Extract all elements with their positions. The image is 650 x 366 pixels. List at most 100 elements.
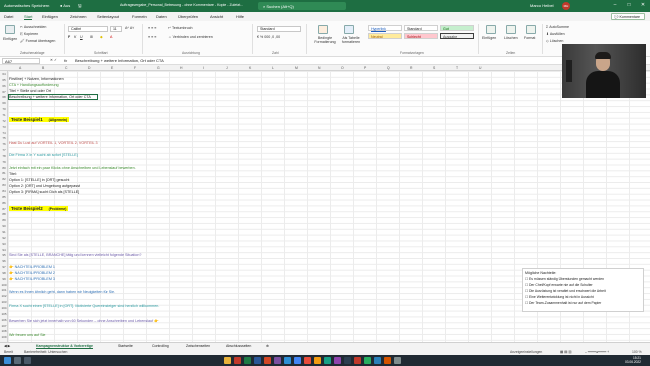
edge-icon[interactable] [284, 357, 291, 364]
row-header-86[interactable]: 86 [0, 201, 8, 205]
row-header-71[interactable]: 71 [0, 113, 8, 117]
row-header-107[interactable]: 107 [0, 324, 8, 328]
wrap-text-button[interactable]: ↵ Textumbruch [168, 26, 193, 30]
windows-start-icon[interactable] [4, 357, 11, 364]
column-header-n[interactable]: N [318, 66, 320, 70]
sheet-tab-controlling[interactable]: Controlling [152, 344, 169, 348]
style-gut[interactable]: Gut [440, 25, 474, 31]
app-icon[interactable] [394, 357, 401, 364]
style-neutral[interactable]: Neutral [368, 33, 402, 39]
conditional-format-button[interactable]: Bedingte Formatierung [312, 36, 338, 44]
border-icon[interactable]: ⊞ [90, 35, 93, 39]
maximize-icon[interactable]: □ [624, 2, 634, 10]
tab-zeichnen[interactable]: Zeichnen [70, 14, 86, 19]
chrome-icon[interactable] [294, 357, 301, 364]
style-schlecht[interactable]: Schlecht [404, 33, 438, 39]
formula-input[interactable]: Beschreibung + weitere Information, Ort … [75, 58, 164, 64]
taskview-icon[interactable] [24, 357, 31, 364]
column-header-a[interactable]: A [19, 66, 21, 70]
cell-a81[interactable]: Option 3: [FIRMA] sucht Dich als [STELLE… [9, 190, 79, 194]
row-header-78[interactable]: 78 [0, 154, 8, 158]
cell-a66[interactable]: Titel + Stelle und oder Ort [9, 89, 51, 93]
column-header-t[interactable]: T [456, 66, 458, 70]
column-header-f[interactable]: F [134, 66, 136, 70]
tab-daten[interactable]: Daten [156, 14, 167, 19]
row-header-85[interactable]: 85 [0, 195, 8, 199]
row-header-66[interactable]: 66 [0, 84, 8, 88]
close-icon[interactable]: ✕ [638, 2, 648, 10]
row-header-100[interactable]: 100 [0, 283, 8, 287]
column-header-k[interactable]: K [249, 66, 251, 70]
column-header-l[interactable]: L [272, 66, 274, 70]
word-icon[interactable] [254, 357, 261, 364]
avatar[interactable]: MH [562, 2, 570, 10]
app-icon[interactable] [314, 357, 321, 364]
row-header-102[interactable]: 102 [0, 294, 8, 298]
row-header-83[interactable]: 83 [0, 183, 8, 187]
row-header-75[interactable]: 75 [0, 136, 8, 140]
fx-icon[interactable]: fx [64, 58, 67, 63]
tab-einfuegen[interactable]: Einfügen [42, 14, 58, 19]
cell-a100[interactable]: Bewerben Sie sich jetzt innerhalb von 60… [9, 319, 159, 323]
zoom-level[interactable]: 100 % [632, 350, 642, 354]
app-icon[interactable] [334, 357, 341, 364]
row-header-94[interactable]: 94 [0, 248, 8, 252]
row-header-97[interactable]: 97 [0, 265, 8, 269]
save-icon[interactable]: 🖫 [78, 3, 81, 10]
format-painter-button[interactable]: 🖌 Format übertragen [20, 39, 55, 43]
column-header-r[interactable]: R [410, 66, 412, 70]
italic-button[interactable]: K [74, 35, 76, 39]
row-header-68[interactable]: 68 [0, 95, 8, 99]
table-icon[interactable] [344, 25, 354, 34]
delete-cells-button[interactable]: Löschen [504, 36, 518, 40]
column-header-g[interactable]: G [157, 66, 160, 70]
delete-cells-icon[interactable] [506, 25, 516, 34]
number-format-select[interactable]: Standard [257, 26, 301, 32]
sheet-tab-zwischenseiten[interactable]: Zwischenseiten [186, 344, 210, 348]
search-box[interactable]: ⌕ Suchen (Alt+Q) [258, 2, 346, 10]
row-header-88[interactable]: 88 [0, 212, 8, 216]
row-header-96[interactable]: 96 [0, 259, 8, 263]
align-top-icon[interactable]: ≡ ≡ ≡ [148, 26, 156, 30]
style-hyperlink[interactable]: Hyperlink [368, 25, 402, 31]
row-header-67[interactable]: 67 [0, 90, 8, 94]
paste-icon[interactable] [5, 25, 15, 34]
app-red-icon[interactable] [234, 357, 241, 364]
row-header-65[interactable]: 65 [0, 78, 8, 82]
tab-ansicht[interactable]: Ansicht [210, 14, 223, 19]
font-grow-icon[interactable]: A^ A˅ [125, 26, 134, 30]
cell-a102[interactable]: Wir freuen uns auf Sie [9, 333, 45, 337]
row-header-79[interactable]: 79 [0, 160, 8, 164]
cell-a93[interactable]: 👉 NACHTEIL/PROBLEM 2 [9, 271, 55, 275]
font-size-select[interactable]: 11 [110, 26, 122, 32]
row-header-76[interactable]: 76 [0, 142, 8, 146]
column-header-o[interactable]: O [341, 66, 344, 70]
app-icon[interactable] [384, 357, 391, 364]
cell-a65[interactable]: CTA + Handlungsaufforderung [9, 83, 59, 87]
currency-icon[interactable]: € % 000 ,0 ,00 [257, 35, 280, 39]
column-header-q[interactable]: Q [387, 66, 390, 70]
cell-a77[interactable]: Jetzt einfach mit ein paar Klicks ohne A… [9, 166, 136, 170]
add-sheet-icon[interactable]: ⊕ [266, 344, 269, 348]
row-header-105[interactable]: 105 [0, 312, 8, 316]
section-title-beispiel2[interactable]: Texte Beispiel2 (Probleme) [9, 206, 69, 211]
row-header-104[interactable]: 104 [0, 306, 8, 310]
font-color-icon[interactable]: A [110, 35, 112, 39]
tab-datei[interactable]: Datei [4, 14, 13, 19]
insert-cells-button[interactable]: Einfügen [482, 36, 496, 40]
tab-seitenlayout[interactable]: Seitenlayout [97, 14, 119, 19]
column-header-h[interactable]: H [180, 66, 182, 70]
tab-ueberpruefen[interactable]: Überprüfen [178, 14, 198, 19]
row-header-77[interactable]: 77 [0, 148, 8, 152]
minimize-icon[interactable]: – [610, 2, 620, 10]
merge-center-button[interactable]: ⇔ Verbinden und zentrieren [168, 35, 213, 39]
powerpoint-icon[interactable] [264, 357, 271, 364]
row-header-108[interactable]: 108 [0, 329, 8, 333]
row-header-109[interactable]: 109 [0, 335, 8, 339]
row-header-70[interactable]: 70 [0, 107, 8, 111]
tab-formeln[interactable]: Formeln [132, 14, 147, 19]
fill-color-icon[interactable]: ◆ [100, 35, 103, 39]
row-header-81[interactable]: 81 [0, 171, 8, 175]
row-header-82[interactable]: 82 [0, 177, 8, 181]
excel-icon[interactable] [244, 357, 251, 364]
